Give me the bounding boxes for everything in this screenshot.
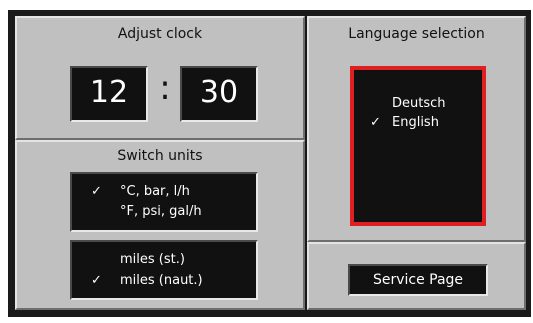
- hours-field[interactable]: 12: [70, 66, 148, 122]
- clock-separator: :: [159, 68, 171, 108]
- language-option-deutsch[interactable]: Deutsch: [392, 96, 446, 111]
- language-selection-title: Language selection: [348, 26, 485, 42]
- service-page-button[interactable]: Service Page: [348, 264, 488, 296]
- service-panel: Service Page: [307, 242, 526, 310]
- language-selection-panel: Language selection Deutsch ✓ English: [307, 16, 526, 242]
- temperature-units-selector[interactable]: ✓ °C, bar, l/h °F, psi, gal/h: [70, 172, 258, 232]
- adjust-clock-title: Adjust clock: [117, 26, 203, 42]
- distance-option-nautical[interactable]: miles (naut.): [120, 273, 203, 288]
- distance-option-statute[interactable]: miles (st.): [120, 252, 185, 267]
- temperature-option-metric[interactable]: °C, bar, l/h: [120, 184, 190, 199]
- language-list[interactable]: Deutsch ✓ English: [350, 66, 486, 226]
- language-option-english[interactable]: English: [392, 115, 439, 130]
- distance-units-selector[interactable]: miles (st.) ✓ miles (naut.): [70, 240, 258, 300]
- check-icon: ✓: [370, 115, 381, 130]
- switch-units-title: Switch units: [117, 148, 203, 164]
- settings-screen: Adjust clock 12 : 30 Switch units ✓ °C, …: [8, 10, 531, 317]
- switch-units-panel: Switch units ✓ °C, bar, l/h °F, psi, gal…: [15, 140, 305, 310]
- temperature-option-imperial[interactable]: °F, psi, gal/h: [120, 204, 202, 219]
- check-icon: ✓: [91, 273, 102, 288]
- service-page-label: Service Page: [372, 272, 464, 288]
- adjust-clock-panel: Adjust clock 12 : 30: [15, 16, 305, 140]
- check-icon: ✓: [91, 184, 102, 199]
- minutes-field[interactable]: 30: [180, 66, 258, 122]
